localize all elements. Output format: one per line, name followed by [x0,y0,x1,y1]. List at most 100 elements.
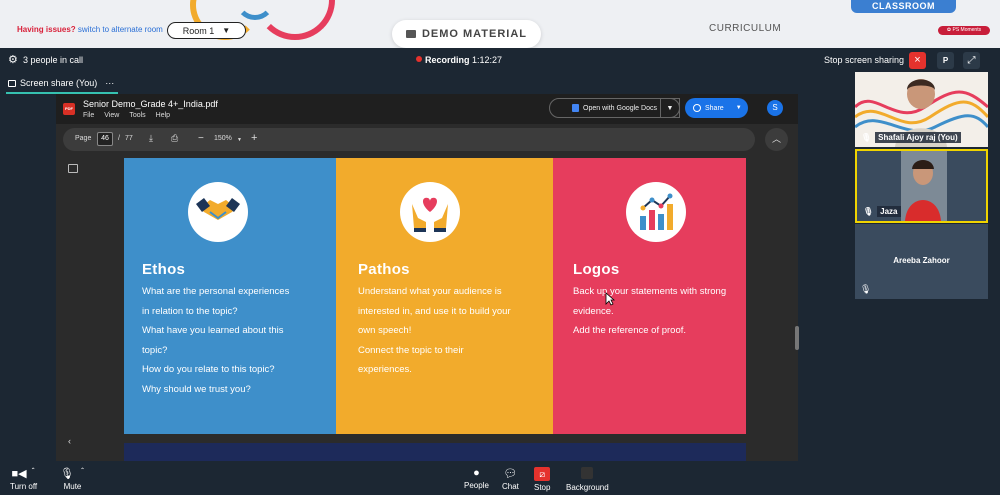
demo-material-button[interactable]: DEMO MATERIAL [392,20,541,48]
issues-text: Having issues? [17,25,76,34]
participant-name: Jaza [877,206,901,217]
microphone-muted-icon: 🎙︎ [860,284,872,294]
print-icon[interactable]: ⎙ [171,133,178,144]
open-with-dropdown[interactable]: ▼ [660,98,680,118]
recording-time: 1:12:27 [472,55,503,65]
participant-tile[interactable]: Areeba Zahoor 🎙︎ [855,224,988,299]
turn-off-label: Turn off [10,482,38,491]
screen-share-tab[interactable]: Screen share (You) ··· [6,74,119,94]
pdf-viewer: PDF Senior Demo_Grade 4+_India.pdf File … [56,94,799,461]
ps-moments-label: PS Moments [952,27,982,33]
panel-title: Ethos [142,261,186,278]
stop-share-button[interactable]: ⧄ Stop [534,467,550,492]
meeting-toolbar: ■◀ ⌃ Turn off 🎙︎ ⌃ Mute ● People 💬︎ Chat ⧄… [0,462,1000,495]
pin-button[interactable]: P [937,52,954,69]
total-pages: 77 [125,135,133,142]
chat-button[interactable]: 💬︎ Chat [502,467,519,491]
more-options-icon[interactable]: ··· [105,78,114,88]
next-slide-preview [124,443,746,461]
bar-chart-icon [626,182,686,242]
participant-tile[interactable]: 🎙︎ Jaza [855,149,988,223]
page-number-input[interactable]: 46 [97,132,113,146]
stop-sharing-button[interactable]: × [909,52,926,69]
image-thumbnail-icon[interactable] [68,164,78,173]
panel-body: What are the personal experiences in rel… [142,286,290,395]
people-label: People [464,481,489,490]
participant-tile[interactable]: 🎙︎ Shafali Ajoy raj (You) [855,72,988,147]
pathos-panel: Pathos Understand what your audience is … [336,158,553,434]
chat-label: Chat [502,482,519,491]
zoom-out-button[interactable]: − [198,133,204,144]
page-label: Page [75,135,92,142]
chevron-left-icon[interactable]: ‹ [68,436,71,446]
avatar[interactable]: S [767,100,783,116]
folder-icon [405,30,416,38]
curriculum-tab[interactable]: CURRICULUM [709,23,781,34]
people-count: 3 people in call [23,55,84,65]
share-button[interactable]: Share ▼ [685,98,748,118]
scrollbar[interactable] [795,326,799,350]
download-icon[interactable]: ⤓ [149,133,153,144]
chevron-down-icon[interactable]: ▼ [237,137,242,143]
room-select[interactable]: Room 1 ▼ [167,22,246,39]
panel-title: Logos [573,261,620,278]
participant-name: Shafali Ajoy raj (You) [875,132,961,143]
panel-title: Pathos [358,261,410,278]
chat-icon: 💬︎ [503,468,518,480]
background-icon [581,467,594,479]
pdf-file-icon: PDF [63,103,75,115]
page-separator: / [118,135,120,142]
stop-label: Stop [534,483,551,492]
pdf-page-toolbar: Page 46 / 77 ⤓ ⎙ − 150% ▼ + [63,128,755,151]
heart-hands-icon [400,182,460,242]
handshake-icon [188,182,248,242]
pdf-menu: File View Tools Help [83,112,170,119]
google-docs-icon [572,104,580,112]
stop-screen-share-icon: ⧄ [534,467,551,481]
open-with-label: Open with Google Docs [583,104,657,112]
turn-off-camera-button[interactable]: ■◀ ⌃ Turn off [10,467,37,491]
people-button[interactable]: ● People [464,467,489,490]
globe-icon [693,104,701,112]
participant-name-bar: 🎙︎ Shafali Ajoy raj (You) [861,132,961,143]
chevron-up-icon[interactable]: ︿ [765,128,788,151]
meeting-window: ⚙ 3 people in call Recording 1:12:27 Sto… [0,48,1000,495]
camera-icon: ■◀ [11,468,27,480]
menu-view[interactable]: View [104,112,119,119]
logos-panel: Logos Back up your statements with stron… [553,158,746,434]
participant-name-bar: 🎙︎ Jaza [863,206,901,217]
alternate-room-link[interactable]: switch to alternate room [78,25,163,34]
room-select-value: Room 1 [182,25,215,36]
pdf-filename: Senior Demo_Grade 4+_India.pdf [83,99,218,109]
zoom-in-button[interactable]: + [251,132,257,144]
microphone-icon: 🎙︎ [60,468,74,480]
background-button[interactable]: Background [566,467,609,492]
gear-icon[interactable]: ⚙ [8,53,18,66]
chevron-down-icon[interactable]: ▼ [736,105,742,111]
expand-icon[interactable]: ⤢ [963,52,980,69]
screen-share-icon [8,79,16,87]
pdf-header: PDF Senior Demo_Grade 4+_India.pdf File … [56,94,798,124]
stop-sharing-label[interactable]: Stop screen sharing [824,55,904,65]
participant-name: Areeba Zahoor [893,256,950,265]
ps-moments-button[interactable]: ✿ PS Moments [938,26,990,35]
classroom-tab[interactable]: CLASSROOM [851,0,956,13]
ethos-panel: Ethos What are the personal experiences … [124,158,336,434]
chevron-up-icon[interactable]: ⌃ [31,468,36,474]
screen-share-label: Screen share (You) [20,78,98,88]
microphone-icon: 🎙︎ [861,133,872,142]
mute-button[interactable]: 🎙︎ ⌃ Mute [60,467,85,491]
microphone-icon: 🎙︎ [863,207,874,216]
menu-file[interactable]: File [83,112,94,119]
recording-dot-icon [416,56,422,62]
menu-help[interactable]: Help [156,112,170,119]
person-icon: ● [473,467,480,479]
chevron-up-icon[interactable]: ⌃ [80,468,85,474]
demo-material-label: DEMO MATERIAL [421,28,528,40]
recording-label: Recording [425,55,470,65]
call-bar: ⚙ 3 people in call Recording 1:12:27 Sto… [0,48,1000,73]
issues-notice: Having issues? switch to alternate room [17,25,163,34]
zoom-level[interactable]: 150% [214,135,232,142]
slide: Ethos What are the personal experiences … [124,158,746,434]
menu-tools[interactable]: Tools [129,112,145,119]
